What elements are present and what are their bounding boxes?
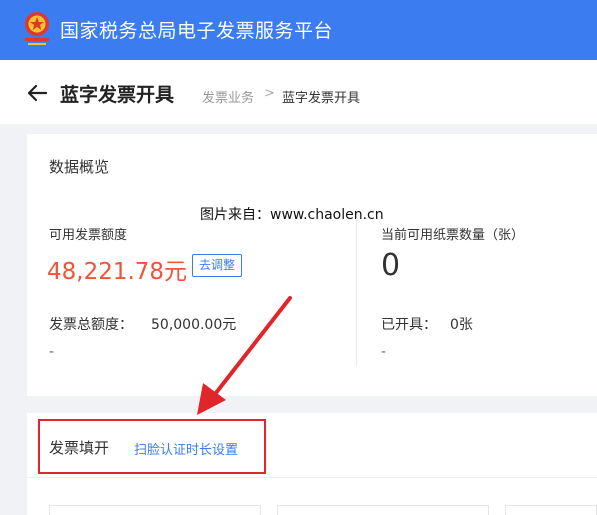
paper-invoice-count-label: 当前可用纸票数量（张） <box>381 228 525 243</box>
page-title: 蓝字发票开具 <box>60 84 175 106</box>
available-amount-label: 可用发票额度 <box>49 228 128 243</box>
arrow-left-icon[interactable] <box>26 82 48 104</box>
total-amount-sub: - <box>49 344 55 360</box>
total-amount-value: 50,000.00元 <box>151 317 237 333</box>
overview-title: 数据概览 <box>49 158 110 176</box>
invoice-type-card[interactable] <box>277 505 489 515</box>
data-overview-card: 数据概览 图片来自：www.chaolen.cn 可用发票额度 48,221.7… <box>27 134 597 396</box>
issued-value: 0张 <box>450 317 473 333</box>
invoice-type-card[interactable] <box>49 505 261 515</box>
issued-label: 已开具： <box>381 317 437 333</box>
annotation-highlight-box <box>38 419 266 474</box>
app-topbar: 国家税务总局电子发票服务平台 <box>0 0 597 60</box>
paper-invoice-count-value: 0 <box>381 248 401 283</box>
invoice-type-card[interactable] <box>505 505 597 515</box>
total-amount-label: 发票总额度： <box>49 317 133 333</box>
breadcrumb-invoice-business[interactable]: 发票业务 <box>202 87 254 106</box>
available-amount-value: 48,221.78元 <box>47 259 188 285</box>
page-header: 蓝字发票开具 发票业务 > 蓝字发票开具 <box>0 60 597 124</box>
breadcrumb-current: 蓝字发票开具 <box>282 91 361 106</box>
invoice-fill-divider <box>27 477 597 478</box>
breadcrumb-separator: > <box>264 86 275 101</box>
adjust-button[interactable]: 去调整 <box>192 254 243 277</box>
overview-divider <box>356 218 357 366</box>
issued-sub: - <box>381 344 387 360</box>
app-title: 国家税务总局电子发票服务平台 <box>60 20 334 42</box>
tax-emblem-icon <box>25 12 49 45</box>
